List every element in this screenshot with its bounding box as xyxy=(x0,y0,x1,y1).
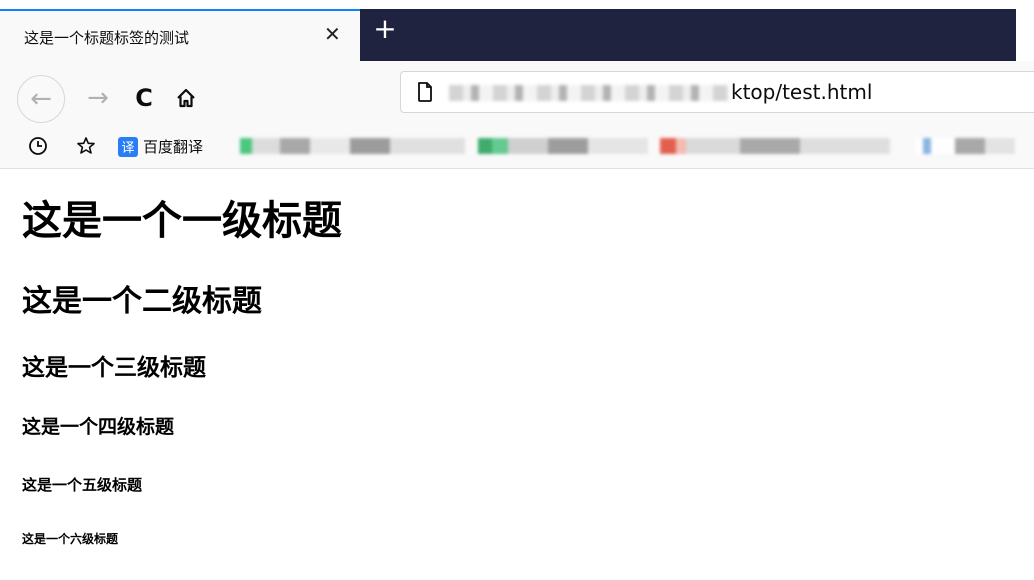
close-tab-icon[interactable]: ✕ xyxy=(324,24,341,44)
heading-h1: 这是一个一级标题 xyxy=(22,198,342,244)
url-redacted xyxy=(449,85,729,101)
translate-icon: 译 xyxy=(118,136,138,157)
bookmark-redacted-4[interactable] xyxy=(915,138,1015,154)
url-bar[interactable]: ktop/test.html xyxy=(400,71,1034,113)
arrow-left-icon: ← xyxy=(30,84,52,114)
bookmark-baidu-translate[interactable]: 译 百度翻译 xyxy=(118,136,203,157)
tab-strip: 这是一个标题标签的测试 ✕ + xyxy=(0,0,1034,62)
arrow-right-icon: → xyxy=(87,83,109,113)
bookmark-redacted-2[interactable] xyxy=(478,138,648,154)
heading-h2: 这是一个二级标题 xyxy=(22,284,262,319)
forward-button[interactable]: → xyxy=(80,75,116,121)
bookmark-label: 百度翻译 xyxy=(143,138,204,156)
home-button[interactable] xyxy=(170,75,202,121)
bookmarks-toolbar: 译 百度翻译 xyxy=(0,123,1034,169)
heading-h5: 这是一个五级标题 xyxy=(22,476,143,494)
history-icon[interactable] xyxy=(28,136,48,156)
bookmark-redacted-1[interactable] xyxy=(240,138,465,154)
back-button[interactable]: ← xyxy=(17,75,65,123)
tabstrip-background xyxy=(360,9,1016,61)
reload-icon: C xyxy=(135,84,153,112)
heading-h3: 这是一个三级标题 xyxy=(22,355,206,381)
reload-button[interactable]: C xyxy=(128,75,160,121)
tab-title: 这是一个标题标签的测试 xyxy=(24,29,190,47)
bookmark-redacted-3[interactable] xyxy=(660,138,890,154)
home-icon xyxy=(177,88,195,108)
tab-active[interactable]: 这是一个标题标签的测试 ✕ xyxy=(0,9,360,61)
bookmark-star-icon[interactable] xyxy=(76,136,96,156)
url-text: ktop/test.html xyxy=(731,80,873,104)
heading-h4: 这是一个四级标题 xyxy=(22,416,175,438)
new-tab-button[interactable]: + xyxy=(372,15,398,43)
heading-h6: 这是一个六级标题 xyxy=(22,532,119,546)
page-icon xyxy=(418,82,432,102)
